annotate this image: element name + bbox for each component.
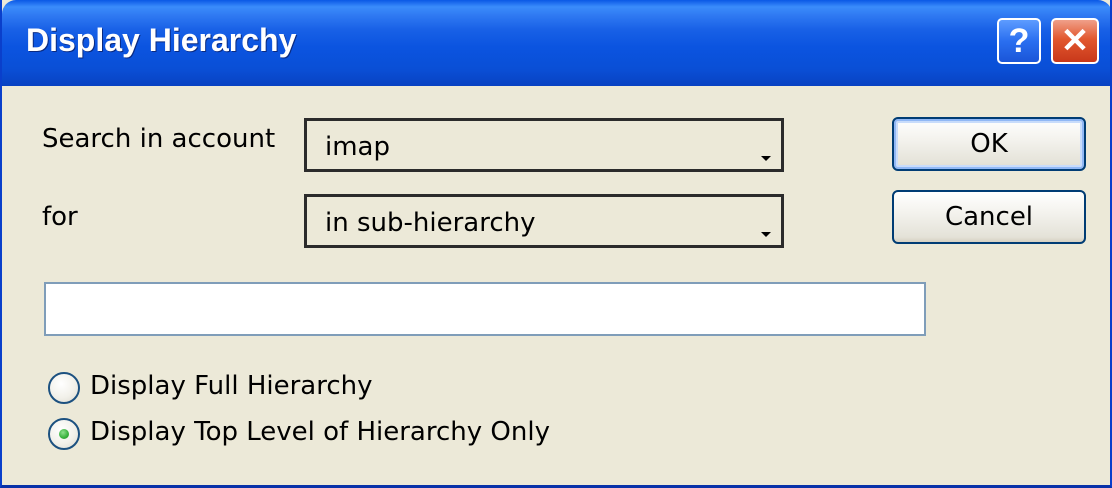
dialog-title: Display Hierarchy: [26, 22, 297, 58]
account-dropdown-value: imap: [325, 132, 390, 162]
radio-option-label: Display Full Hierarchy: [90, 371, 373, 401]
dialog-window: Display Hierarchy ? ✕ Search in account …: [0, 0, 1112, 488]
dialog-body: Search in account imap for in sub-hierar…: [2, 86, 1110, 485]
scope-dropdown[interactable]: in sub-hierarchy: [304, 194, 784, 248]
close-button[interactable]: ✕: [1051, 18, 1099, 64]
scope-dropdown-value: in sub-hierarchy: [325, 208, 536, 238]
title-bar[interactable]: Display Hierarchy ? ✕: [2, 0, 1110, 86]
radio-option-label: Display Top Level of Hierarchy Only: [90, 417, 550, 447]
chevron-down-icon: [761, 232, 771, 237]
radio-selected-dot: [59, 429, 69, 439]
radio-button[interactable]: [48, 418, 80, 450]
help-button[interactable]: ?: [997, 18, 1041, 64]
help-icon: ?: [1008, 21, 1030, 60]
cancel-button[interactable]: Cancel: [892, 190, 1086, 244]
ok-button[interactable]: OK: [892, 117, 1086, 171]
ok-button-label: OK: [970, 129, 1008, 159]
chevron-down-icon: [761, 156, 771, 161]
close-icon: ✕: [1060, 22, 1090, 60]
account-label: Search in account: [42, 124, 276, 154]
search-text-input[interactable]: [44, 282, 926, 336]
account-dropdown[interactable]: imap: [304, 118, 784, 172]
cancel-button-label: Cancel: [944, 202, 1034, 232]
radio-button[interactable]: [48, 372, 80, 404]
for-label: for: [42, 202, 78, 232]
